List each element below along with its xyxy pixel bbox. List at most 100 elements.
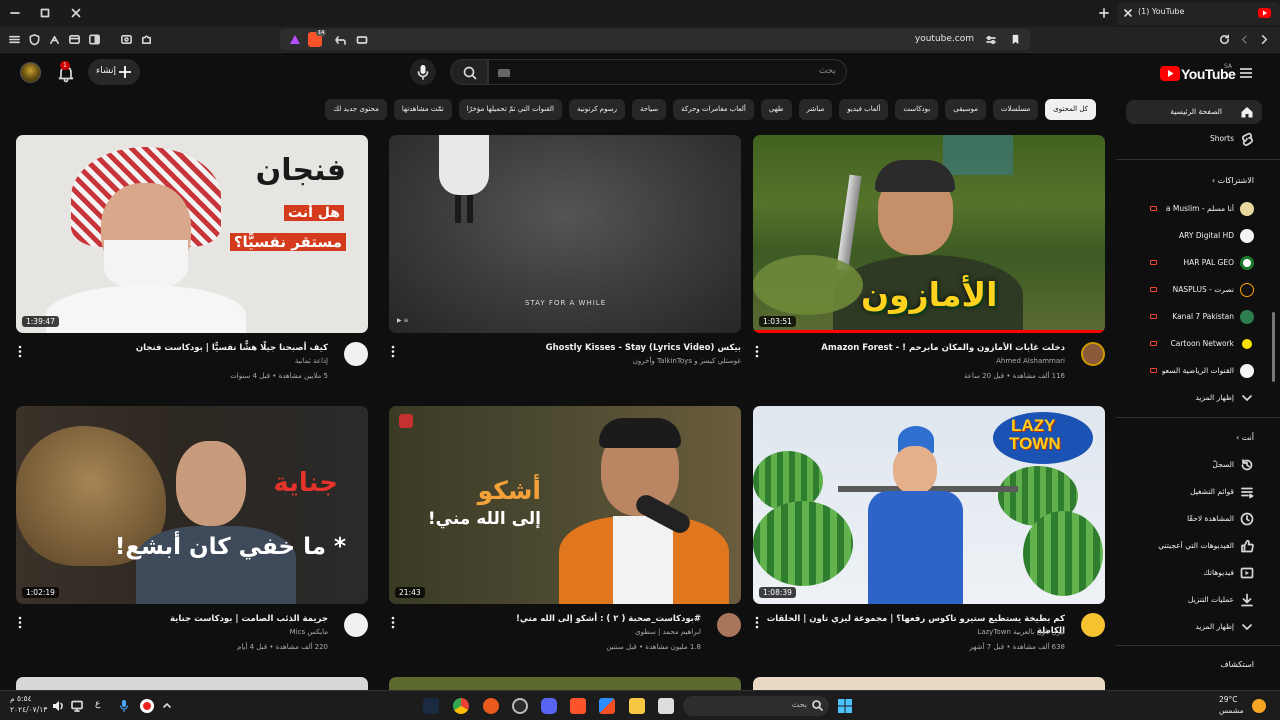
channel-name[interactable]: مايكس Mics bbox=[290, 628, 328, 636]
video-title[interactable]: #بودكاست_صحبة ( ٢ ) : أشكو إلى الله مني! bbox=[401, 613, 701, 625]
sidebar-item-your-videos[interactable]: فيديوهاتك bbox=[1134, 561, 1280, 585]
more-options-icon[interactable] bbox=[391, 345, 395, 358]
chip[interactable]: محتوى جديد لك bbox=[325, 99, 387, 120]
chip[interactable]: بودكاست bbox=[895, 99, 939, 120]
sidebar-toggle-icon[interactable] bbox=[88, 33, 101, 46]
store-icon[interactable] bbox=[599, 698, 615, 714]
brave-icon[interactable] bbox=[570, 698, 586, 714]
you-heading[interactable]: أنت › bbox=[1236, 433, 1254, 442]
video-thumbnail[interactable]: فنجان هل أنت مستقر نفسيًّا؟ 1:39:47 bbox=[16, 135, 368, 333]
sidebar-item-history[interactable]: السجلّ bbox=[1134, 453, 1280, 477]
minimize-icon[interactable] bbox=[8, 6, 22, 20]
more-options-icon[interactable] bbox=[18, 345, 22, 358]
search-button[interactable] bbox=[450, 59, 488, 85]
keyboard-icon[interactable] bbox=[498, 69, 510, 77]
extensions-icon[interactable] bbox=[48, 33, 61, 46]
sidebar-scrollbar[interactable] bbox=[1272, 312, 1275, 382]
sidebar-item-shorts[interactable]: Shorts bbox=[1134, 127, 1280, 151]
video-title[interactable]: جريمة الذئب الصامت | بودكاست جناية bbox=[28, 613, 328, 625]
avatar[interactable] bbox=[20, 62, 41, 83]
channel-name[interactable]: غوستلي كيسز و TalkinToys وآخرون bbox=[633, 357, 741, 365]
sidebar-item-show-more[interactable]: إظهار المزيد bbox=[1134, 615, 1280, 639]
more-options-icon[interactable] bbox=[391, 616, 395, 629]
language-indicator[interactable]: ع bbox=[95, 699, 100, 709]
channel-avatar[interactable] bbox=[1081, 613, 1105, 637]
video-thumbnail[interactable] bbox=[16, 677, 368, 690]
channel-avatar[interactable] bbox=[344, 613, 368, 637]
more-options-icon[interactable] bbox=[755, 345, 759, 358]
chip[interactable]: سياحة bbox=[631, 99, 667, 120]
discord-icon[interactable] bbox=[541, 698, 557, 714]
network-icon[interactable] bbox=[70, 699, 84, 713]
video-thumbnail[interactable] bbox=[389, 677, 741, 690]
menu-icon[interactable] bbox=[8, 33, 21, 46]
chip[interactable]: مسلسلات bbox=[992, 99, 1039, 120]
obs-icon[interactable] bbox=[512, 698, 528, 714]
site-settings-icon[interactable] bbox=[985, 34, 997, 46]
sidebar-item-liked-videos[interactable]: الفيديوهات التي أعجبتني bbox=[1134, 534, 1280, 558]
video-title[interactable]: بيكس Ghostly Kisses - Stay (Lyrics Video… bbox=[401, 342, 741, 354]
video-thumbnail[interactable]: LAZY TOWN 1:08:39 bbox=[753, 406, 1105, 604]
brave-tray-icon[interactable] bbox=[140, 699, 154, 713]
cast-icon[interactable] bbox=[356, 34, 368, 46]
back-icon[interactable] bbox=[1238, 33, 1251, 46]
close-tab-icon[interactable] bbox=[1123, 8, 1133, 18]
video-thumbnail[interactable]: جناية * ما خفي كان أبشع! 1:02:19 bbox=[16, 406, 368, 604]
volume-icon[interactable] bbox=[51, 699, 65, 713]
brave-rewards-icon[interactable] bbox=[289, 34, 301, 45]
channel-avatar[interactable] bbox=[717, 613, 741, 637]
app-icon[interactable] bbox=[483, 698, 499, 714]
chip[interactable]: رسوم كرتونية bbox=[568, 99, 625, 120]
reload-icon[interactable] bbox=[1218, 33, 1231, 46]
sidebar-item-subscription[interactable]: نصرت - NASPLUS bbox=[1134, 278, 1280, 302]
chrome-icon[interactable] bbox=[453, 698, 469, 714]
subscriptions-heading[interactable]: الاشتراكات › bbox=[1212, 176, 1254, 185]
channel-name[interactable]: ابراهيم محمد | سطوى bbox=[635, 628, 701, 636]
steam-icon[interactable] bbox=[423, 698, 439, 714]
chip[interactable]: طهي bbox=[760, 99, 792, 120]
address-bar[interactable]: 14 youtube.com bbox=[280, 29, 1030, 50]
create-button[interactable]: إنشاء bbox=[88, 59, 140, 85]
chip[interactable]: ألعاب فيديو bbox=[839, 99, 889, 120]
task-view-icon[interactable] bbox=[658, 698, 674, 714]
sidebar-item-subscription[interactable]: القنوات الرياضية السعو bbox=[1134, 359, 1280, 383]
channel-name[interactable]: إذاعة ثمانية bbox=[295, 357, 328, 365]
chip[interactable]: كل المحتوى bbox=[1045, 99, 1096, 120]
tab-groups-icon[interactable] bbox=[68, 33, 81, 46]
sidebar-item-home[interactable]: الصفحة الرئيسية bbox=[1126, 100, 1262, 124]
video-thumbnail[interactable]: أشكو إلى الله مني! 21:43 bbox=[389, 406, 741, 604]
sidebar-item-playlists[interactable]: قوائم التشغيل bbox=[1134, 480, 1280, 504]
video-title[interactable]: كيف أصبحنا جيلًا هشًّا نفسيًّا | بودكاست… bbox=[28, 342, 328, 354]
search-input[interactable]: بحث bbox=[488, 59, 847, 85]
video-thumbnail[interactable] bbox=[753, 677, 1105, 690]
chip[interactable]: تمّت مشاهدتها bbox=[393, 99, 452, 120]
more-options-icon[interactable] bbox=[18, 616, 22, 629]
sidebar-item-downloads[interactable]: عمليات التنزيل bbox=[1134, 588, 1280, 612]
video-thumbnail[interactable]: الأمازون 1:03:51 bbox=[753, 135, 1105, 333]
video-title[interactable]: دخلت غابات الأمازون والمكان مابرحم ! - A… bbox=[765, 342, 1065, 354]
sidebar-item-subscription[interactable]: HAR PAL GEO bbox=[1134, 251, 1280, 275]
close-window-icon[interactable] bbox=[69, 6, 83, 20]
sidebar-item-subscription[interactable]: Kanal 7 Pakistan bbox=[1134, 305, 1280, 329]
clock[interactable]: ٥:٥٤ م ٢٠٢٤/٠٧/١٣ bbox=[10, 693, 47, 715]
chip[interactable]: ألعاب مغامرات وحركة bbox=[673, 99, 754, 120]
taskbar-search[interactable]: بحث bbox=[683, 696, 829, 716]
weather-widget[interactable]: 29°C مشمس bbox=[1219, 694, 1244, 716]
bookmark-icon[interactable] bbox=[1009, 33, 1022, 46]
video-thumbnail[interactable]: STAY FOR A WHILE ▶ ≡ bbox=[389, 135, 741, 333]
chevron-up-icon[interactable] bbox=[162, 700, 172, 710]
channel-name[interactable]: ليزي تاون بالعربية LazyTown bbox=[977, 628, 1065, 636]
browser-tab[interactable]: (1) YouTube bbox=[1117, 2, 1280, 25]
hamburger-menu-icon[interactable] bbox=[1238, 65, 1254, 81]
more-options-icon[interactable] bbox=[755, 616, 759, 629]
microphone-tray-icon[interactable] bbox=[118, 699, 130, 713]
channel-avatar[interactable] bbox=[344, 342, 368, 366]
chip[interactable]: موسيقى bbox=[945, 99, 986, 120]
chip[interactable]: القنوات التي تمّ تحميلها مؤخرًا bbox=[458, 99, 562, 120]
sidebar-item-show-more[interactable]: إظهار المزيد bbox=[1134, 386, 1280, 410]
windows-start-icon[interactable] bbox=[837, 698, 853, 714]
chip[interactable]: مباشر bbox=[798, 99, 833, 120]
sidebar-item-watch-later[interactable]: المشاهدة لاحقًا bbox=[1134, 507, 1280, 531]
puzzle-icon[interactable] bbox=[140, 33, 153, 46]
voice-search-button[interactable] bbox=[410, 59, 436, 85]
